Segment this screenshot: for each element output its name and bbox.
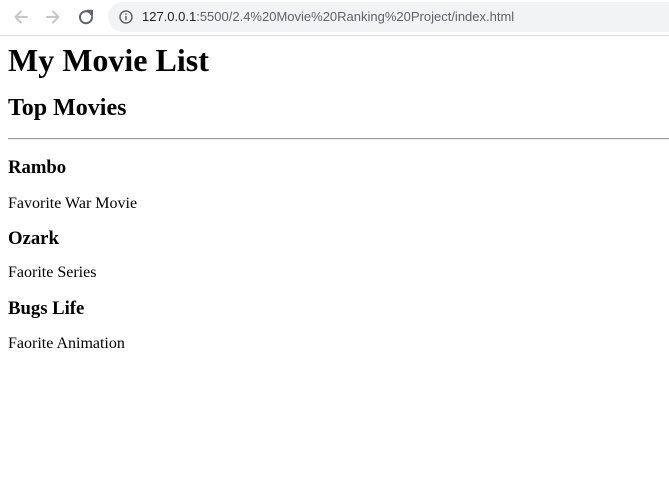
movie-title-bugs-life: Bugs Life <box>8 298 85 319</box>
url-text[interactable]: 127.0.0.1:5500/2.4%20Movie%20Ranking%20P… <box>142 9 514 25</box>
movie-description-ozark: Faorite Series <box>8 264 97 281</box>
arrow-left-icon <box>14 10 28 24</box>
divider <box>8 138 669 140</box>
info-icon[interactable] <box>119 10 133 24</box>
arrow-right-icon <box>46 10 60 24</box>
movie-title-ozark: Ozark <box>8 228 59 249</box>
reload-icon <box>79 9 94 25</box>
url-host: 127.0.0.1 <box>142 9 197 24</box>
movie-description-rambo: Favorite War Movie <box>8 195 138 212</box>
address-bar[interactable]: 127.0.0.1:5500/2.4%20Movie%20Ranking%20P… <box>108 2 669 32</box>
page-title: My Movie List <box>8 42 209 78</box>
movie-description-bugs-life: Faorite Animation <box>8 335 125 352</box>
url-path: :5500/2.4%20Movie%20Ranking%20Project/in… <box>196 9 515 24</box>
reload-button[interactable] <box>74 5 98 29</box>
browser-toolbar: 127.0.0.1:5500/2.4%20Movie%20Ranking%20P… <box>0 0 669 36</box>
movie-title-rambo: Rambo <box>8 157 67 178</box>
back-button[interactable] <box>9 5 33 29</box>
forward-button[interactable] <box>41 5 65 29</box>
page-subtitle: Top Movies <box>8 95 127 121</box>
